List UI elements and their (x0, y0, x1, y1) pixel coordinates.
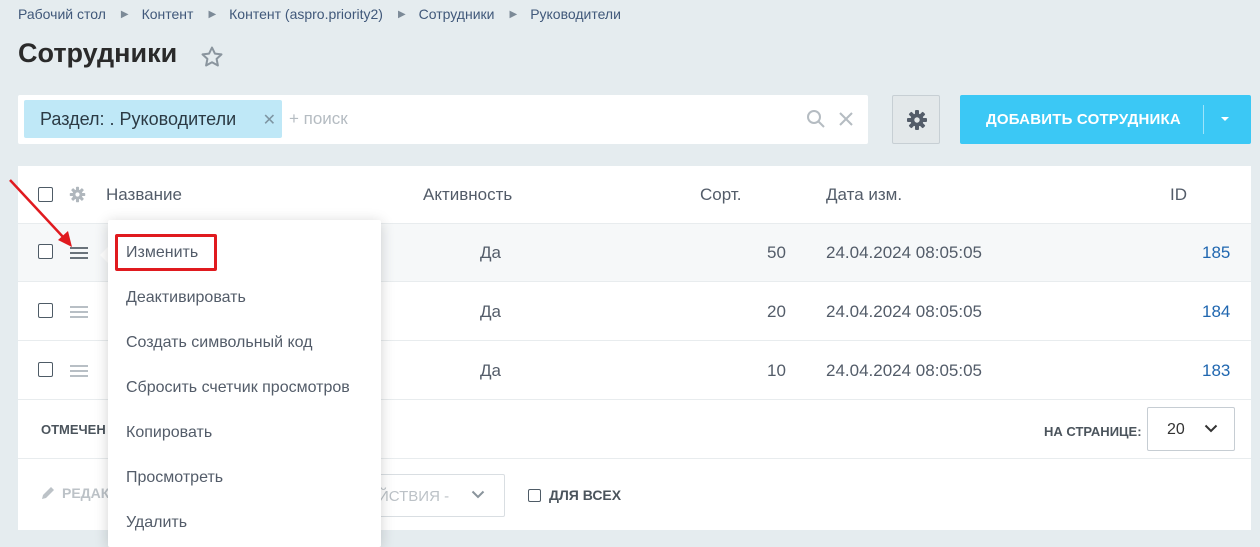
chevron-right-icon: ▶ (397, 8, 406, 20)
row-checkbox[interactable] (38, 303, 53, 318)
row-checkbox[interactable] (38, 362, 53, 377)
menu-item-create-code[interactable]: Создать символьный код (126, 334, 313, 352)
column-header-date[interactable]: Дата изм. (826, 185, 902, 205)
for-all-box[interactable] (528, 488, 541, 502)
filter-search-bar[interactable]: Раздел: . Руководители ✕ + поиск (18, 95, 868, 144)
edit-action-button[interactable]: РЕДАК (40, 485, 109, 501)
chevron-right-icon: ▶ (509, 8, 518, 20)
row-sort: 50 (767, 243, 786, 262)
breadcrumb-desktop[interactable]: Рабочий стол (18, 6, 106, 22)
annotation-highlight-box (115, 234, 217, 271)
selected-count-label: ОТМЕЧЕН (41, 422, 106, 437)
row-date: 24.04.2024 08:05:05 (826, 243, 982, 262)
breadcrumb-content-aspro[interactable]: Контент (aspro.priority2) (229, 6, 383, 22)
row-id-link[interactable]: 183 (1202, 361, 1230, 381)
row-active: Да (480, 302, 501, 321)
row-sort: 10 (767, 361, 786, 380)
column-header-name[interactable]: Название (106, 185, 182, 205)
row-sort: 20 (767, 302, 786, 321)
column-header-id[interactable]: ID (1170, 185, 1187, 205)
for-all-checkbox[interactable]: ДЛЯ ВСЕХ (528, 487, 621, 503)
search-icon[interactable] (806, 109, 826, 129)
caret-down-icon[interactable] (1219, 115, 1231, 123)
per-page-select[interactable]: 20 (1147, 407, 1235, 451)
grid-header: Название Активность Сорт. Дата изм. ID (18, 166, 1251, 224)
clear-icon[interactable] (838, 111, 854, 127)
chevron-right-icon: ▶ (208, 8, 217, 20)
row-date: 24.04.2024 08:05:05 (826, 361, 982, 380)
row-active: Да (480, 243, 501, 262)
add-employee-label: ДОБАВИТЬ СОТРУДНИКА (986, 111, 1181, 128)
settings-button[interactable] (892, 95, 940, 144)
menu-item-copy[interactable]: Копировать (126, 424, 212, 442)
row-active: Да (480, 361, 501, 380)
menu-item-view[interactable]: Просмотреть (126, 469, 223, 487)
per-page-value: 20 (1167, 421, 1185, 438)
for-all-label: ДЛЯ ВСЕХ (549, 487, 622, 503)
row-menu-icon[interactable] (70, 365, 88, 377)
row-menu-icon[interactable] (70, 306, 88, 318)
per-page-label: НА СТРАНИЦЕ: (1044, 424, 1142, 439)
chevron-down-icon (471, 490, 485, 499)
gear-icon (907, 110, 927, 130)
filter-chip-label: Раздел: . Руководители (40, 108, 237, 129)
column-header-sort[interactable]: Сорт. (700, 185, 741, 205)
filter-chip-section[interactable]: Раздел: . Руководители ✕ (24, 100, 282, 138)
menu-item-delete[interactable]: Удалить (126, 514, 187, 532)
search-input[interactable]: + поиск (289, 109, 348, 129)
row-id-link[interactable]: 185 (1202, 243, 1230, 263)
breadcrumb-managers[interactable]: Руководители (530, 6, 621, 22)
close-icon[interactable]: ✕ (263, 110, 276, 130)
chevron-right-icon: ▶ (120, 8, 129, 20)
star-icon[interactable] (200, 45, 224, 69)
column-header-active[interactable]: Активность (423, 185, 512, 205)
row-id-link[interactable]: 184 (1202, 302, 1230, 322)
button-divider (1203, 105, 1204, 134)
breadcrumb: Рабочий стол ▶ Контент ▶ Контент (aspro.… (18, 5, 621, 23)
edit-action-label: РЕДАК (62, 485, 110, 501)
chevron-down-icon (1204, 424, 1218, 433)
menu-item-deactivate[interactable]: Деактивировать (126, 289, 246, 307)
breadcrumb-content[interactable]: Контент (142, 6, 194, 22)
row-date: 24.04.2024 08:05:05 (826, 302, 982, 321)
page-title: Сотрудники (18, 38, 178, 68)
add-employee-button[interactable]: ДОБАВИТЬ СОТРУДНИКА (960, 95, 1251, 144)
breadcrumb-employees[interactable]: Сотрудники (419, 6, 495, 22)
pencil-icon (42, 487, 54, 499)
menu-item-reset-views[interactable]: Сбросить счетчик просмотров (126, 379, 350, 397)
annotation-arrow (9, 179, 72, 247)
